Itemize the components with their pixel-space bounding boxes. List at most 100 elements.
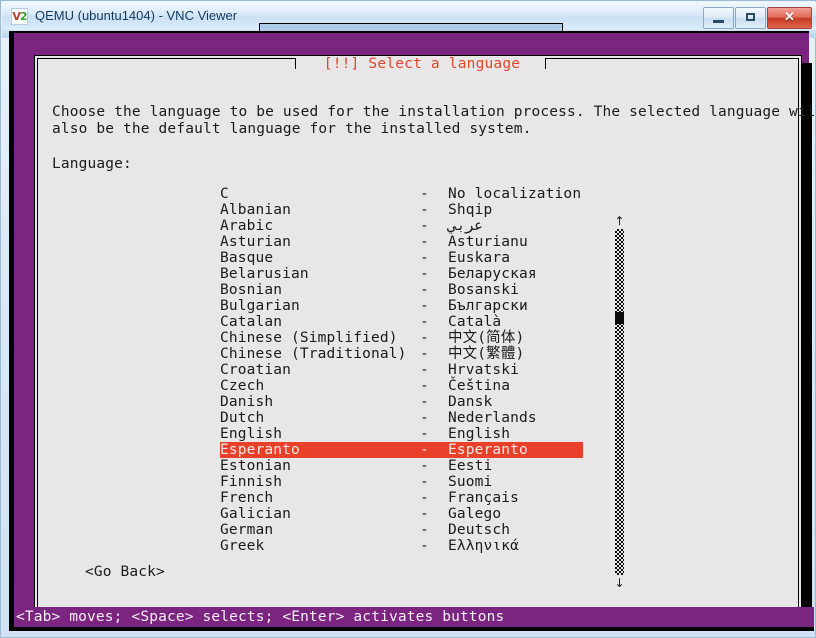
language-list-item[interactable]: Finnish - Suomi <box>220 474 630 490</box>
dialog-description: Choose the language to be used for the i… <box>52 104 816 138</box>
language-name: Asturian <box>220 234 292 250</box>
language-name: Dutch <box>220 410 265 426</box>
language-list-item[interactable]: German - Deutsch <box>220 522 630 538</box>
dialog-description-line2: also be the default language for the ins… <box>52 121 532 137</box>
language-native-name: Euskara <box>448 250 511 266</box>
dialog-title: [!!] Select a language <box>323 56 521 72</box>
language-separator: - <box>420 250 429 266</box>
close-icon: ✕ <box>784 9 795 24</box>
language-list-item[interactable]: Bosnian - Bosanski <box>220 282 630 298</box>
language-native-name: Shqip <box>448 202 493 218</box>
language-list-item[interactable]: Dutch - Nederlands <box>220 410 630 426</box>
language-native-name: عربي <box>448 218 483 234</box>
screen-bottom-filler <box>14 627 814 631</box>
language-native-name: 中文(简体) <box>448 330 525 346</box>
language-name: Catalan <box>220 314 283 330</box>
language-separator: - <box>420 426 429 442</box>
language-native-name: Suomi <box>448 474 493 490</box>
language-native-name: English <box>448 426 511 442</box>
language-name: Chinese (Simplified) <box>220 330 398 346</box>
language-separator: - <box>420 282 429 298</box>
go-back-button[interactable]: <Go Back> <box>85 564 165 580</box>
minimize-button[interactable] <box>703 7 734 29</box>
window-title: QEMU (ubuntu1404) - VNC Viewer <box>35 8 238 23</box>
language-name: German <box>220 522 274 538</box>
close-button[interactable]: ✕ <box>767 7 812 29</box>
language-list-item[interactable]: Esperanto - Esperanto <box>220 442 583 458</box>
language-list-item[interactable]: C - No localization <box>220 186 630 202</box>
language-list-item[interactable]: Greek - Ελληνικά <box>220 538 630 554</box>
language-name: Danish <box>220 394 274 410</box>
language-list-item[interactable]: Catalan - Català <box>220 314 630 330</box>
window-controls: ✕ <box>703 7 812 29</box>
language-name: Chinese (Traditional) <box>220 346 407 362</box>
language-native-name: Čeština <box>448 378 511 394</box>
dialog-title-rule-left <box>37 58 295 59</box>
scrollbar-track[interactable] <box>615 229 624 575</box>
language-name: French <box>220 490 274 506</box>
language-list-item[interactable]: Chinese (Traditional) - 中文(繁體) <box>220 346 630 362</box>
language-list[interactable]: C - No localization Albanian - Shqip Arabic - عر… <box>220 186 630 560</box>
language-list-item[interactable]: Galician - Galego <box>220 506 630 522</box>
language-list-item[interactable]: Bulgarian - Български <box>220 298 630 314</box>
dialog-title-tick-left <box>295 58 296 69</box>
language-list-scrollbar[interactable]: ↑ ↓ <box>613 214 626 590</box>
language-list-item[interactable]: Estonian - Eesti <box>220 458 630 474</box>
dialog-title-rule-right <box>546 58 799 59</box>
vnc-icon-letter-2: 2 <box>19 10 28 23</box>
language-list-item[interactable]: Albanian - Shqip <box>220 202 630 218</box>
scroll-down-arrow-icon[interactable]: ↓ <box>613 576 626 590</box>
language-native-name: Bosanski <box>448 282 520 298</box>
language-separator: - <box>420 474 429 490</box>
language-separator: - <box>420 442 429 458</box>
vnc-viewer-window: V2 QEMU (ubuntu1404) - VNC Viewer ✕ [!!]… <box>0 0 816 638</box>
language-name: Finnish <box>220 474 283 490</box>
language-list-item[interactable]: Chinese (Simplified) - 中文(简体) <box>220 330 630 346</box>
language-name: Czech <box>220 378 265 394</box>
language-separator: - <box>420 330 429 346</box>
language-list-item[interactable]: Danish - Dansk <box>220 394 630 410</box>
installer-background: [!!] Select a language Choose the langua… <box>14 33 816 631</box>
language-separator: - <box>420 314 429 330</box>
maximize-button[interactable] <box>735 7 766 29</box>
language-list-item[interactable]: Czech - Čeština <box>220 378 630 394</box>
keyboard-help-bar: <Tab> moves; <Space> selects; <Enter> ac… <box>14 607 814 627</box>
language-separator: - <box>420 458 429 474</box>
vnc-viewer-icon: V2 <box>11 8 28 25</box>
vnc-icon-letter-v: V <box>12 10 20 23</box>
language-native-name: Galego <box>448 506 502 522</box>
remote-screen[interactable]: [!!] Select a language Choose the langua… <box>9 31 816 631</box>
language-separator: - <box>420 346 429 362</box>
language-native-name: Català <box>448 314 502 330</box>
language-name: Estonian <box>220 458 292 474</box>
language-native-name: Nederlands <box>448 410 537 426</box>
language-separator: - <box>420 522 429 538</box>
language-separator: - <box>420 186 429 202</box>
language-native-name: Hrvatski <box>448 362 520 378</box>
language-native-name: Français <box>448 490 520 506</box>
language-separator: - <box>420 538 429 554</box>
language-list-item[interactable]: English - English <box>220 426 630 442</box>
language-list-item[interactable]: Basque - Euskara <box>220 250 630 266</box>
language-native-name: Deutsch <box>448 522 511 538</box>
language-native-name: Български <box>448 298 528 314</box>
language-name: Galician <box>220 506 292 522</box>
language-separator: - <box>420 362 429 378</box>
language-list-item[interactable]: Asturian - Asturianu <box>220 234 630 250</box>
language-name: Basque <box>220 250 274 266</box>
scrollbar-thumb[interactable] <box>615 312 624 324</box>
language-name: English <box>220 426 283 442</box>
language-name: Esperanto <box>220 442 300 458</box>
language-list-item[interactable]: Arabic - عربي <box>220 218 630 234</box>
language-separator: - <box>420 506 429 522</box>
language-label: Language: <box>52 156 132 172</box>
scroll-up-arrow-icon[interactable]: ↑ <box>613 214 626 228</box>
language-list-item[interactable]: French - Français <box>220 490 630 506</box>
language-list-item[interactable]: Croatian - Hrvatski <box>220 362 630 378</box>
language-list-item[interactable]: Belarusian - Беларуская <box>220 266 630 282</box>
language-separator: - <box>420 266 429 282</box>
language-native-name: No localization <box>448 186 582 202</box>
language-name: Albanian <box>220 202 292 218</box>
language-name: C <box>220 186 229 202</box>
language-separator: - <box>420 490 429 506</box>
